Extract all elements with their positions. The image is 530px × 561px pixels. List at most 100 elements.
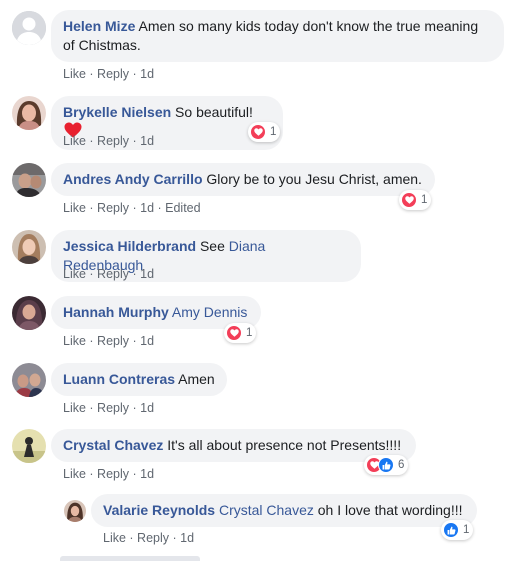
reply-link[interactable]: Reply — [97, 401, 129, 415]
timestamp[interactable]: 1d — [180, 531, 194, 545]
like-link[interactable]: Like — [63, 401, 86, 415]
avatar[interactable] — [12, 363, 46, 397]
reply-link[interactable]: Reply — [137, 531, 169, 545]
reaction-summary[interactable]: 1 — [224, 323, 257, 343]
separator: · — [129, 134, 141, 148]
comment-bubble: Andres Andy Carrillo Glory be to you Jes… — [51, 163, 435, 196]
comment-text: See — [196, 238, 229, 254]
mention-link[interactable]: Amy Dennis — [172, 304, 247, 320]
profile-photo — [12, 296, 46, 330]
comment-actions: Like · Reply · 1d · Edited — [63, 201, 201, 215]
separator: · — [129, 334, 141, 348]
avatar[interactable] — [12, 11, 46, 45]
timestamp[interactable]: 1d — [140, 467, 154, 481]
timestamp[interactable]: 1d — [140, 201, 154, 215]
comment-actions: Like · Reply · 1d — [63, 401, 154, 415]
reaction-count: 6 — [398, 459, 405, 471]
like-link[interactable]: Like — [63, 267, 86, 281]
like-link[interactable]: Like — [63, 334, 86, 348]
comment-author[interactable]: Valarie Reynolds — [103, 502, 215, 518]
like-link[interactable]: Like — [63, 467, 86, 481]
comment-actions: Like · Reply · 1d — [63, 334, 154, 348]
profile-photo — [12, 163, 46, 197]
separator: · — [85, 467, 98, 481]
comment-text: Amen — [175, 371, 215, 387]
separator: · — [85, 201, 98, 215]
heart-icon — [226, 325, 242, 341]
avatar[interactable] — [64, 500, 86, 522]
comment-author[interactable]: Helen Mize — [63, 18, 135, 34]
reply-link[interactable]: Reply — [97, 467, 129, 481]
comment-bubble: Valarie Reynolds Crystal Chavez oh I lov… — [91, 494, 477, 527]
like-link[interactable]: Like — [103, 531, 126, 545]
reaction-count: 1 — [421, 194, 428, 206]
separator: · — [85, 67, 98, 81]
comment-text: Glory be to you Jesu Christ, amen. — [202, 171, 422, 187]
reaction-summary[interactable]: 6 — [364, 455, 409, 475]
avatar[interactable] — [12, 163, 46, 197]
separator: · — [125, 531, 138, 545]
like-link[interactable]: Like — [63, 67, 86, 81]
timestamp[interactable]: 1d — [140, 67, 154, 81]
thumbs-up-icon — [443, 522, 459, 538]
comment-actions: Like · Reply · 1d — [63, 67, 154, 81]
comment-actions: Like · Reply · 1d — [103, 531, 194, 545]
comment-bubble: Luann Contreras Amen — [51, 363, 227, 396]
thumbs-up-icon — [378, 457, 394, 473]
comment-author[interactable]: Jessica Hilderbrand — [63, 238, 196, 254]
separator: · — [129, 467, 141, 481]
profile-photo — [12, 363, 46, 397]
separator: · — [85, 267, 98, 281]
separator: · — [85, 401, 98, 415]
comment-bubble: Crystal Chavez It's all about presence n… — [51, 429, 416, 462]
comment-author[interactable]: Hannah Murphy — [63, 304, 169, 320]
comment-bubble: Helen Mize Amen so many kids today don't… — [51, 10, 504, 62]
comment-text: It's all about presence not Presents!!!! — [163, 437, 402, 453]
avatar[interactable] — [12, 96, 46, 130]
reply-link[interactable]: Reply — [97, 67, 129, 81]
comment-actions: Like · Reply · 1d — [63, 134, 154, 148]
edited-label[interactable]: Edited — [165, 201, 200, 215]
profile-photo — [12, 230, 46, 264]
separator: · — [129, 401, 141, 415]
comment-actions: Like · Reply · 1d — [63, 467, 154, 481]
reaction-count: 1 — [270, 126, 277, 138]
reply-link[interactable]: Reply — [97, 267, 129, 281]
reaction-summary[interactable]: 1 — [441, 520, 474, 540]
separator: · — [129, 267, 141, 281]
reaction-summary[interactable]: 1 — [399, 190, 432, 210]
reaction-count: 1 — [463, 524, 470, 536]
comment-text: So beautiful! — [171, 104, 253, 120]
next-comment-edge — [60, 556, 200, 561]
profile-photo — [64, 500, 86, 522]
separator: · — [85, 334, 98, 348]
avatar[interactable] — [12, 296, 46, 330]
timestamp[interactable]: 1d — [140, 267, 154, 281]
reply-link[interactable]: Reply — [97, 134, 129, 148]
separator: · — [169, 531, 181, 545]
timestamp[interactable]: 1d — [140, 401, 154, 415]
profile-photo — [12, 429, 46, 463]
reaction-summary[interactable]: 1 — [248, 122, 281, 142]
like-link[interactable]: Like — [63, 201, 86, 215]
comment-text: oh I love that wording!!! — [313, 502, 463, 518]
reply-link[interactable]: Reply — [97, 201, 129, 215]
comment-author[interactable]: Crystal Chavez — [63, 437, 163, 453]
heart-icon — [401, 192, 417, 208]
separator: · — [154, 201, 166, 215]
comment-author[interactable]: Luann Contreras — [63, 371, 175, 387]
mention-link[interactable]: Crystal Chavez — [219, 502, 314, 518]
avatar[interactable] — [12, 230, 46, 264]
profile-photo — [12, 96, 46, 130]
timestamp[interactable]: 1d — [140, 134, 154, 148]
separator: · — [85, 134, 98, 148]
comment-actions: Like · Reply · 1d — [63, 267, 154, 281]
like-link[interactable]: Like — [63, 134, 86, 148]
reaction-count: 1 — [246, 327, 253, 339]
comment-author[interactable]: Brykelle Nielsen — [63, 104, 171, 120]
timestamp[interactable]: 1d — [140, 334, 154, 348]
comment-author[interactable]: Andres Andy Carrillo — [63, 171, 203, 187]
avatar[interactable] — [12, 429, 46, 463]
separator: · — [129, 67, 141, 81]
reply-link[interactable]: Reply — [97, 334, 129, 348]
